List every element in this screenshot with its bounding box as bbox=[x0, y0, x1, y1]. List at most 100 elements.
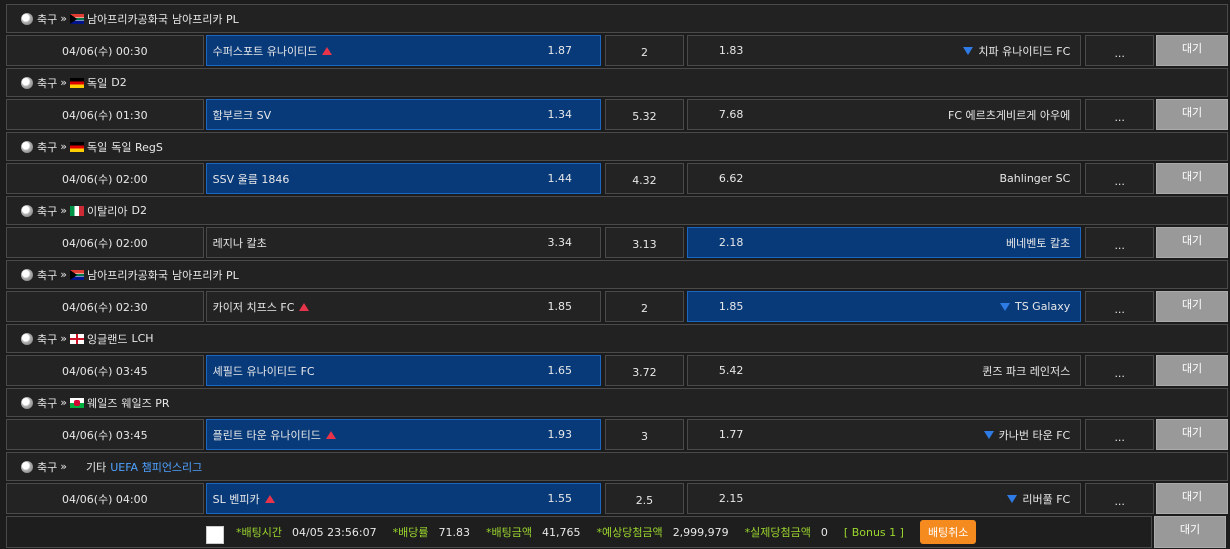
odds-down-icon bbox=[1007, 494, 1018, 503]
league-header: 축구» 남아프리카공화국 남아프리카 PL bbox=[6, 260, 1228, 289]
soccer-ball-icon bbox=[21, 204, 33, 217]
wait-status-button[interactable]: 대기 bbox=[1154, 516, 1226, 548]
country-name: 기타 bbox=[85, 460, 107, 474]
more-button[interactable]: ... bbox=[1085, 227, 1155, 258]
soccer-ball-icon bbox=[21, 396, 33, 409]
league-header: 축구» 독일 독일 RegS bbox=[6, 132, 1228, 161]
sport-label: 축구 bbox=[37, 460, 58, 474]
away-team: FC 에르츠게비르게 아우에 bbox=[948, 107, 1070, 123]
away-odds-button[interactable]: 1.83 치파 유나이티드 FC bbox=[686, 35, 1082, 66]
draw-odds-button[interactable]: 4.32 bbox=[605, 163, 684, 194]
away-team: TS Galaxy bbox=[999, 300, 1071, 313]
bet-time-value: 04/05 23:56:07 bbox=[291, 525, 377, 539]
cancel-bet-button[interactable]: 배팅취소 bbox=[919, 520, 977, 544]
away-team-name: 베네벤토 칼초 bbox=[1006, 236, 1071, 250]
match-time: 04/06(수) 03:45 bbox=[6, 419, 204, 450]
away-odds: 2.15 bbox=[718, 492, 744, 505]
more-button[interactable]: ... bbox=[1085, 291, 1155, 322]
sport-label: 축구 bbox=[37, 268, 58, 282]
breadcrumb-separator: » bbox=[60, 204, 67, 217]
soccer-ball-icon bbox=[21, 12, 33, 25]
away-team: 카나번 타운 FC bbox=[983, 427, 1070, 443]
bet-summary-footer: *배팅시간 04/05 23:56:07 *배당률 71.83 *배팅금액 41,765 *… bbox=[6, 516, 1228, 548]
match-time: 04/06(수) 02:00 bbox=[6, 227, 204, 258]
wait-status-button[interactable]: 대기 bbox=[1156, 163, 1228, 194]
home-team: 레지나 칼초 bbox=[213, 235, 267, 251]
wait-status-button[interactable]: 대기 bbox=[1156, 355, 1228, 386]
country-name: 이탈리아 bbox=[86, 204, 128, 218]
home-odds-button[interactable]: SSV 울름 1846 1.44 bbox=[205, 163, 602, 194]
away-odds-button[interactable]: 2.18 베네벤토 칼초 bbox=[686, 227, 1082, 258]
match-row: 04/06(수) 02:00 레지나 칼초 3.34 3.13 2.18 베네벤토 칼초.… bbox=[6, 227, 1228, 258]
more-button[interactable]: ... bbox=[1085, 483, 1155, 514]
draw-odds-button[interactable]: 3.13 bbox=[605, 227, 684, 258]
total-odds-label: *배당률 bbox=[392, 526, 429, 539]
away-odds: 2.18 bbox=[718, 236, 744, 249]
more-button[interactable]: ... bbox=[1085, 99, 1155, 130]
country-name: 남아프리카공화국 bbox=[86, 268, 168, 282]
home-team-name: 수퍼스포트 유나이티드 bbox=[212, 44, 318, 58]
wait-status-button[interactable]: 대기 bbox=[1156, 35, 1228, 66]
away-odds: 1.83 bbox=[718, 44, 744, 57]
home-team-name: SSV 울름 1846 bbox=[212, 172, 290, 186]
draw-odds-button[interactable]: 3 bbox=[605, 419, 684, 450]
odds-down-icon bbox=[963, 46, 974, 55]
home-team-name: 함부르크 SV bbox=[212, 108, 272, 122]
select-checkbox[interactable] bbox=[206, 526, 224, 544]
away-odds-button[interactable]: 7.68 FC 에르츠게비르게 아우에 bbox=[686, 99, 1082, 130]
soccer-ball-icon bbox=[21, 140, 33, 153]
away-odds-button[interactable]: 5.42 퀸즈 파크 레인저스 bbox=[686, 355, 1082, 386]
home-odds-button[interactable]: 함부르크 SV 1.34 bbox=[205, 99, 602, 130]
home-team-name: 셰필드 유나이티드 FC bbox=[212, 364, 315, 378]
league-name: 웨일즈 PR bbox=[121, 396, 170, 410]
odds-up-icon bbox=[322, 46, 333, 55]
more-button[interactable]: ... bbox=[1085, 35, 1155, 66]
match-time: 04/06(수) 03:45 bbox=[6, 355, 204, 386]
country-flag-icon bbox=[69, 13, 84, 24]
league-name: D2 bbox=[111, 76, 127, 89]
draw-odds-button[interactable]: 5.32 bbox=[605, 99, 684, 130]
country-flag-icon bbox=[69, 269, 84, 280]
league-name: 독일 RegS bbox=[111, 140, 163, 154]
more-button[interactable]: ... bbox=[1085, 163, 1155, 194]
home-odds-button[interactable]: 플린트 타운 유나이티드 1.93 bbox=[205, 419, 602, 450]
draw-odds-button[interactable]: 2.5 bbox=[605, 483, 684, 514]
match-time: 04/06(수) 04:00 bbox=[6, 483, 204, 514]
draw-odds-button[interactable]: 2 bbox=[605, 291, 684, 322]
home-odds: 1.85 bbox=[547, 300, 573, 313]
home-team: 플린트 타운 유나이티드 bbox=[213, 427, 336, 443]
bet-summary: *배팅시간 04/05 23:56:07 *배당률 71.83 *배팅금액 41,765 *… bbox=[6, 516, 1152, 548]
bet-amount-label: *배팅금액 bbox=[485, 526, 532, 539]
wait-status-button[interactable]: 대기 bbox=[1156, 227, 1228, 258]
breadcrumb-separator: » bbox=[60, 460, 67, 473]
actual-winnings-value: 0 bbox=[820, 525, 828, 539]
more-button[interactable]: ... bbox=[1085, 355, 1155, 386]
league-name[interactable]: UEFA 챔피언스리그 bbox=[110, 459, 202, 475]
wait-status-button[interactable]: 대기 bbox=[1156, 419, 1228, 450]
home-odds-button[interactable]: 레지나 칼초 3.34 bbox=[205, 227, 602, 258]
home-odds-button[interactable]: 셰필드 유나이티드 FC 1.65 bbox=[205, 355, 602, 386]
home-odds-button[interactable]: 수퍼스포트 유나이티드 1.87 bbox=[205, 35, 602, 66]
home-odds-button[interactable]: SL 벤피카 1.55 bbox=[205, 483, 602, 514]
wait-status-button[interactable]: 대기 bbox=[1156, 291, 1228, 322]
away-odds-button[interactable]: 1.77 카나번 타운 FC bbox=[686, 419, 1082, 450]
soccer-ball-icon bbox=[21, 268, 33, 281]
away-team-name: TS Galaxy bbox=[1014, 300, 1071, 313]
away-odds: 1.77 bbox=[718, 428, 744, 441]
wait-status-button[interactable]: 대기 bbox=[1156, 483, 1228, 514]
wait-status-button[interactable]: 대기 bbox=[1156, 99, 1228, 130]
soccer-ball-icon bbox=[21, 332, 33, 345]
away-odds-button[interactable]: 6.62 Bahlinger SC bbox=[686, 163, 1082, 194]
home-odds-button[interactable]: 카이저 치프스 FC 1.85 bbox=[205, 291, 602, 322]
home-team: SSV 울름 1846 bbox=[213, 171, 290, 187]
more-button[interactable]: ... bbox=[1085, 419, 1155, 450]
sport-label: 축구 bbox=[37, 76, 58, 90]
soccer-ball-icon bbox=[21, 76, 33, 89]
draw-odds-button[interactable]: 3.72 bbox=[605, 355, 684, 386]
country-flag-icon bbox=[69, 141, 84, 152]
away-odds-button[interactable]: 2.15 리버풀 FC bbox=[686, 483, 1082, 514]
away-odds-button[interactable]: 1.85 TS Galaxy bbox=[686, 291, 1082, 322]
away-team: 베네벤토 칼초 bbox=[1006, 235, 1070, 251]
draw-odds-button[interactable]: 2 bbox=[605, 35, 684, 66]
expected-winnings-value: 2,999,979 bbox=[672, 525, 729, 539]
